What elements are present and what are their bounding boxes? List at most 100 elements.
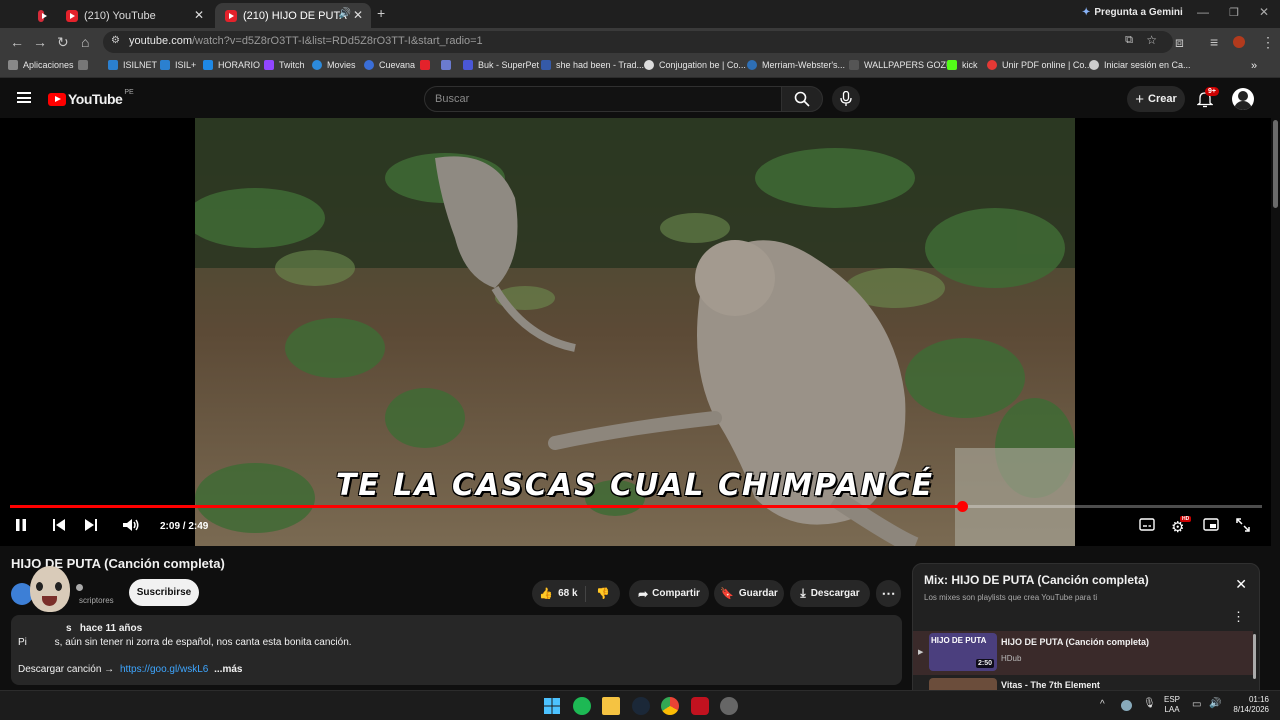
- bookmark-cuevana[interactable]: Cuevana: [364, 60, 415, 70]
- search-button[interactable]: [781, 86, 823, 112]
- save-button[interactable]: 🔖 Guardar: [714, 580, 784, 607]
- settings-button[interactable]: ⚙ HD: [1171, 516, 1192, 536]
- close-tab-icon[interactable]: ✕: [194, 8, 204, 22]
- new-tab-button[interactable]: +: [377, 5, 385, 21]
- voice-search-button[interactable]: [832, 86, 860, 112]
- show-more-button[interactable]: ...más: [214, 664, 242, 675]
- subtitles-button[interactable]: [1139, 518, 1155, 534]
- tray-chevron-icon[interactable]: ^: [1100, 699, 1105, 710]
- bookmark-unknown[interactable]: [441, 60, 456, 70]
- bookmark-unir-pdf[interactable]: Unir PDF online | Co...: [987, 60, 1092, 70]
- youtube-icon: [420, 60, 430, 70]
- extensions-icon[interactable]: ⧈: [1175, 34, 1184, 51]
- minimize-button[interactable]: —: [1197, 5, 1209, 19]
- bookmark-twitch[interactable]: Twitch: [264, 60, 305, 70]
- bookmark-iniciar-sesion[interactable]: Iniciar sesión en Ca...: [1089, 60, 1191, 70]
- pause-button[interactable]: [15, 518, 27, 535]
- description-download-label: Descargar canción →: [18, 664, 115, 675]
- notifications-button[interactable]: 9+: [1196, 87, 1219, 113]
- miniplayer-button[interactable]: [1203, 518, 1219, 534]
- address-bar[interactable]: ⚙ youtube.com/watch?v=d5Z8rO3TT-I&list=R…: [103, 31, 1173, 53]
- bookmark-movies[interactable]: Movies: [312, 60, 356, 70]
- bookmark-she-had-been[interactable]: she had been - Trad...: [541, 60, 644, 70]
- menu-kebab-icon[interactable]: ⋮: [1261, 34, 1275, 51]
- previous-button[interactable]: [52, 518, 66, 535]
- home-icon[interactable]: ⌂: [81, 34, 89, 50]
- tray-mic-icon[interactable]: 🎙: [1143, 698, 1156, 709]
- tab-youtube-video[interactable]: (210) HIJO DE PUTA (Canció 🔊 ✕: [215, 3, 371, 28]
- app-gray-icon[interactable]: [720, 697, 738, 715]
- speaker-icon[interactable]: 🔊: [339, 8, 351, 19]
- steam-icon[interactable]: [632, 697, 650, 715]
- tray-display-icon[interactable]: ▭: [1192, 699, 1201, 710]
- fullscreen-button[interactable]: [1236, 518, 1250, 535]
- bookmark-buk[interactable]: Buk - SuperPet: [463, 60, 539, 70]
- progress-bar[interactable]: [10, 501, 1262, 512]
- mix-scrollbar[interactable]: [1253, 634, 1256, 679]
- next-button[interactable]: [84, 518, 98, 535]
- bookmark-apps[interactable]: Aplicaciones: [8, 60, 74, 70]
- bookmark-kick[interactable]: kick: [947, 60, 978, 70]
- search-input[interactable]: Buscar: [424, 86, 782, 112]
- description-box[interactable]: s hace 11 años Pi s, aún sin tener ni zo…: [11, 615, 902, 685]
- clock-date: 8/14/2026: [1233, 705, 1269, 714]
- download-button[interactable]: ⤓ Descargar: [790, 580, 870, 607]
- page-scrollbar-thumb[interactable]: [1273, 120, 1278, 208]
- windows-start-icon[interactable]: [543, 697, 561, 715]
- hd-badge: HD: [1180, 516, 1192, 522]
- bookmark-wallpapers[interactable]: WALLPAPERS GOZU: [849, 60, 953, 70]
- back-icon[interactable]: ←: [10, 34, 24, 50]
- bookmark-grid[interactable]: [78, 60, 93, 70]
- create-label: Crear: [1148, 93, 1177, 105]
- maximize-button[interactable]: ❐: [1229, 6, 1239, 19]
- dislike-button[interactable]: 👎: [586, 587, 620, 600]
- tab-pinned[interactable]: [28, 3, 50, 28]
- close-tab-icon[interactable]: ✕: [353, 8, 363, 22]
- volume-button[interactable]: [122, 518, 140, 535]
- fullscreen-icon: [1236, 518, 1250, 532]
- tab-search-icon[interactable]: ≡: [1210, 34, 1218, 50]
- like-button[interactable]: 👍 68 k: [532, 585, 586, 602]
- hamburger-menu-icon[interactable]: [17, 92, 31, 103]
- close-window-button[interactable]: ✕: [1259, 5, 1269, 19]
- mix-item-active[interactable]: ▶ HIJO DE PUTA 2:50 HIJO DE PUTA (Canció…: [913, 631, 1253, 675]
- bookmark-star-icon[interactable]: ☆: [1146, 33, 1157, 47]
- page-scrollbar[interactable]: [1271, 118, 1280, 690]
- gemini-button[interactable]: ✦ Pregunta a Gemini: [1082, 7, 1183, 18]
- description-link[interactable]: https://goo.gl/wskL6: [120, 664, 208, 675]
- more-bookmarks-icon[interactable]: »: [1251, 60, 1257, 72]
- app-red-icon[interactable]: [691, 697, 709, 715]
- bookmark-isilnet[interactable]: ISILNET: [108, 60, 157, 70]
- youtube-logo[interactable]: YouTube PE: [48, 89, 134, 107]
- file-explorer-icon[interactable]: [602, 697, 620, 715]
- bookmark-merriam[interactable]: Merriam-Webster's...: [747, 60, 845, 70]
- reload-icon[interactable]: ↻: [57, 34, 69, 51]
- lang-bottom: LAA: [1164, 705, 1180, 714]
- subscribe-button[interactable]: Suscribirse: [129, 579, 199, 606]
- tray-volume-icon[interactable]: 🔊: [1209, 698, 1221, 709]
- bookmark-youtube[interactable]: [420, 60, 435, 70]
- install-app-icon[interactable]: ⧉: [1125, 34, 1133, 47]
- close-mix-icon[interactable]: ✕: [1235, 576, 1247, 593]
- more-actions-button[interactable]: ⋯: [876, 580, 901, 607]
- language-indicator[interactable]: ESP LAA: [1164, 695, 1180, 715]
- clock[interactable]: 01:16 8/14/2026: [1225, 695, 1269, 715]
- tray-steam-icon[interactable]: [1121, 700, 1132, 711]
- bookmark-isil-plus[interactable]: ISIL+: [160, 60, 196, 70]
- video-player[interactable]: TE LA CASCAS CUAL CHIMPANCÉ 2:09 / 2:49 …: [0, 118, 1271, 546]
- time-display: 2:09 / 2:49: [160, 521, 209, 532]
- forward-icon[interactable]: →: [33, 34, 47, 50]
- spotify-icon[interactable]: [573, 697, 591, 715]
- chrome-icon[interactable]: [661, 697, 679, 715]
- site-info-icon[interactable]: ⚙: [111, 35, 120, 46]
- account-avatar[interactable]: [1232, 88, 1254, 110]
- profile-avatar-icon[interactable]: [1233, 36, 1245, 48]
- bookmark-conjugation[interactable]: Conjugation be | Co...: [644, 60, 746, 70]
- video-frame[interactable]: TE LA CASCAS CUAL CHIMPANCÉ: [195, 118, 1075, 546]
- create-button[interactable]: + Crear: [1127, 86, 1185, 112]
- share-button[interactable]: ➦ Compartir: [629, 580, 709, 607]
- bookmark-horario[interactable]: HORARIO: [203, 60, 260, 70]
- mix-menu-icon[interactable]: ⋮: [1232, 609, 1245, 625]
- tab-youtube-home[interactable]: (210) YouTube ✕: [56, 3, 212, 28]
- progress-scrubber[interactable]: [956, 501, 968, 512]
